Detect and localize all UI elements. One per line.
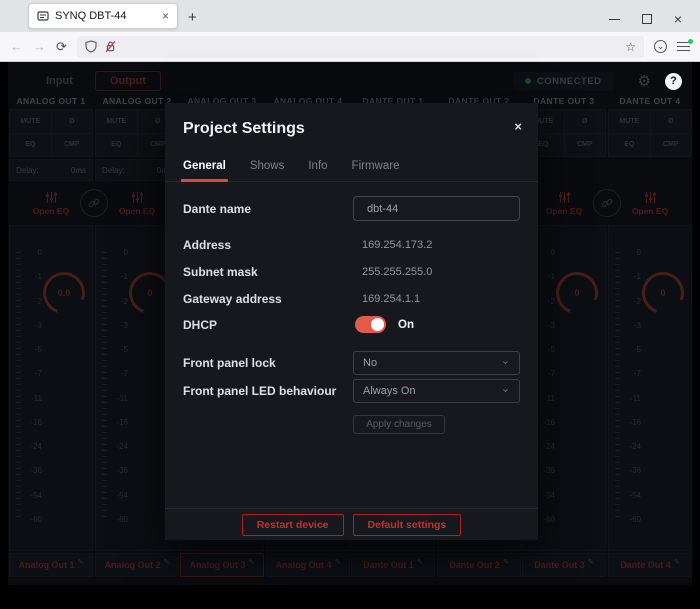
pocket-icon[interactable]: ⌄	[654, 40, 667, 53]
browser-navbar: ← → ⟳ ☆ ⌄	[0, 32, 700, 62]
subnet-value: 255.255.255.0	[353, 266, 432, 278]
chevron-down-icon: ⌄	[501, 357, 510, 365]
project-settings-modal: Project Settings × General Shows Info Fi…	[165, 103, 538, 540]
tab-general[interactable]: General	[183, 160, 226, 181]
dante-name-label: Dante name	[183, 202, 353, 216]
browser-tab-bar: SYNQ DBT-44 × + ×	[0, 0, 700, 32]
address-label: Address	[183, 238, 353, 252]
modal-tabs: General Shows Info Firmware	[165, 160, 538, 182]
new-tab-button[interactable]: +	[188, 9, 197, 26]
menu-notification-dot	[688, 39, 693, 44]
window-controls: ×	[609, 14, 694, 32]
help-icon[interactable]: ?	[665, 73, 682, 90]
subnet-label: Subnet mask	[183, 265, 353, 279]
led-behaviour-select[interactable]: Always On ⌄	[353, 379, 520, 403]
address-bar[interactable]: ☆	[77, 36, 644, 58]
back-icon[interactable]: ←	[10, 39, 23, 54]
reload-icon[interactable]: ⟳	[56, 39, 67, 55]
front-panel-lock-select[interactable]: No ⌄	[353, 351, 520, 375]
browser-window: SYNQ DBT-44 × + × ← → ⟳ ☆ ⌄	[0, 0, 700, 609]
maximize-button[interactable]	[642, 14, 652, 24]
window-close-button[interactable]: ×	[674, 14, 682, 24]
tab-close-icon[interactable]: ×	[162, 9, 169, 23]
dhcp-toggle[interactable]	[355, 316, 386, 333]
tab-title: SYNQ DBT-44	[55, 10, 156, 22]
dante-name-input[interactable]	[353, 196, 520, 221]
modal-close-icon[interactable]: ×	[514, 120, 522, 133]
tab-info[interactable]: Info	[308, 160, 327, 181]
led-behaviour-label: Front panel LED behaviour	[183, 384, 353, 398]
browser-tab[interactable]: SYNQ DBT-44 ×	[28, 3, 178, 29]
gateway-label: Gateway address	[183, 292, 353, 306]
tab-firmware[interactable]: Firmware	[352, 160, 400, 181]
modal-title: Project Settings	[183, 120, 305, 138]
apply-changes-button[interactable]: Apply changes	[353, 415, 445, 434]
chevron-down-icon: ⌄	[501, 385, 510, 393]
shield-icon[interactable]	[85, 40, 97, 53]
menu-icon[interactable]	[677, 42, 690, 52]
restart-device-button[interactable]: Restart device	[242, 514, 344, 536]
front-panel-lock-label: Front panel lock	[183, 356, 353, 370]
gateway-value: 169.254.1.1	[353, 293, 420, 305]
default-settings-button[interactable]: Default settings	[353, 514, 462, 536]
bookmark-star-icon[interactable]: ☆	[625, 40, 636, 54]
lock-disabled-icon[interactable]	[104, 40, 117, 53]
address-value: 169.254.173.2	[353, 239, 432, 251]
forward-icon[interactable]: →	[33, 39, 46, 54]
tab-shows[interactable]: Shows	[250, 160, 285, 181]
dhcp-state: On	[398, 319, 414, 331]
dhcp-label: DHCP	[183, 318, 353, 332]
modal-footer: Restart device Default settings	[165, 508, 538, 540]
tab-favicon-icon	[37, 10, 49, 22]
minimize-button[interactable]	[609, 19, 620, 20]
